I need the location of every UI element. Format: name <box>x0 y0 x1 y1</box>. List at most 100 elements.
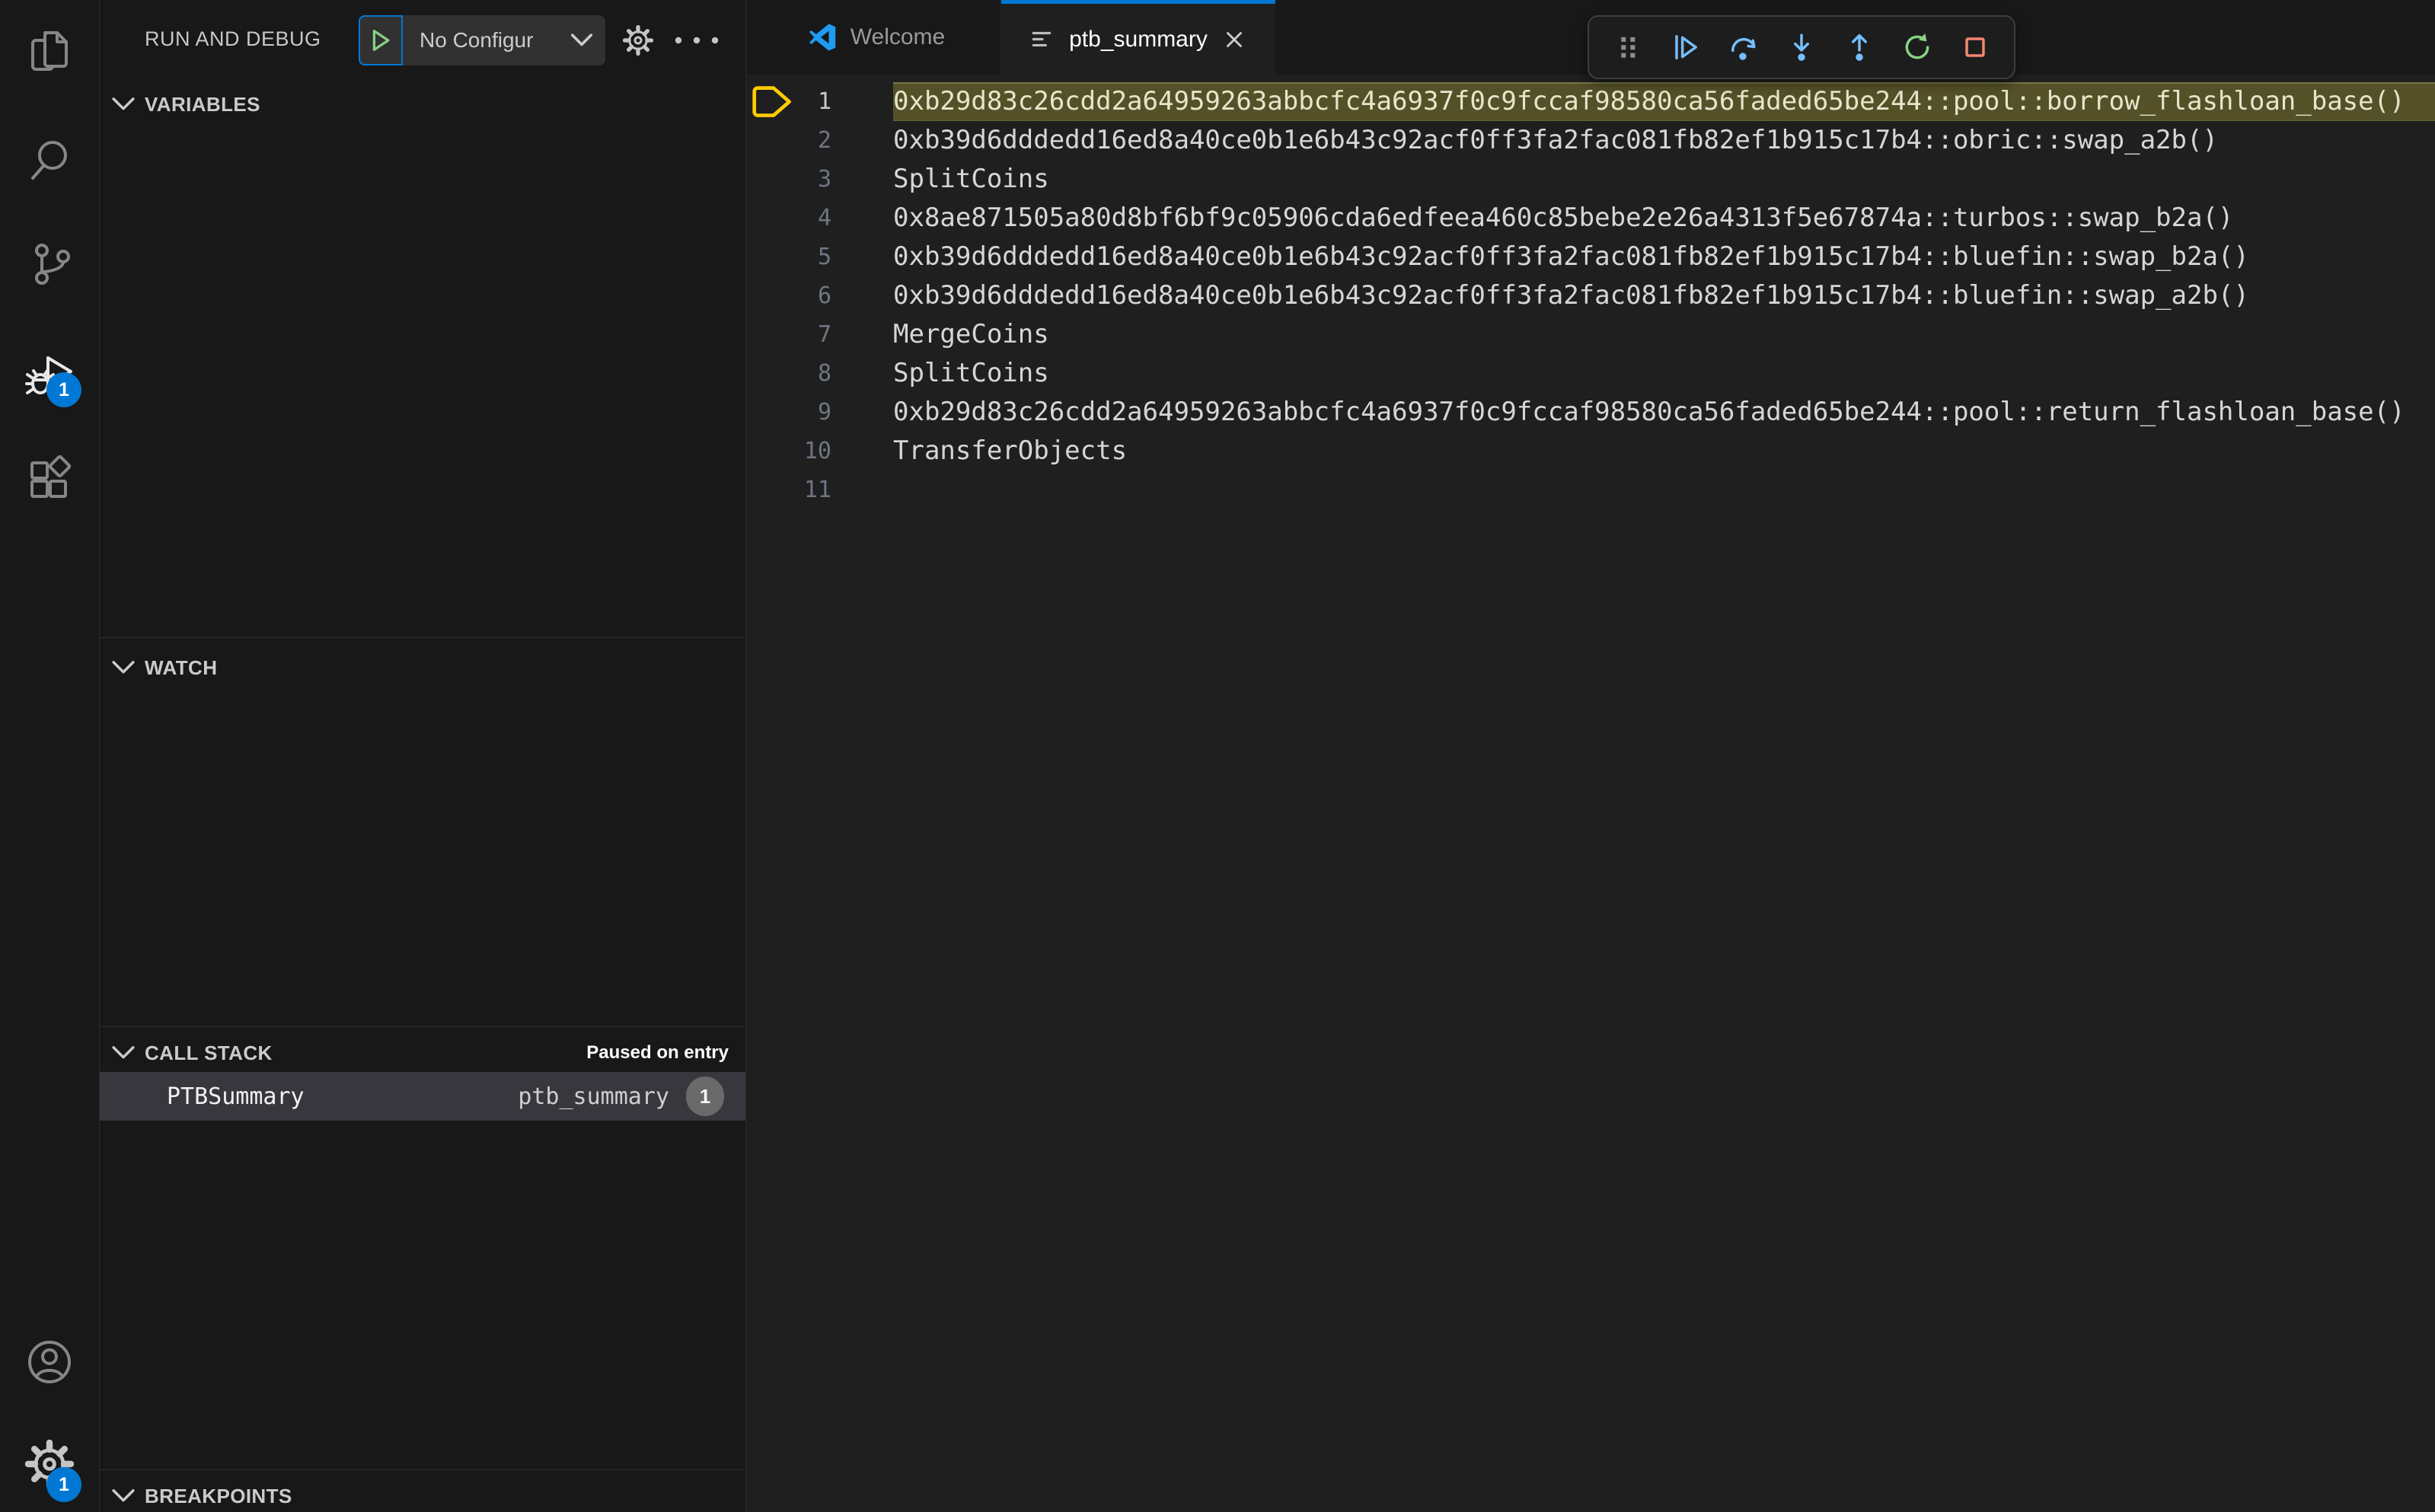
accounts-icon[interactable] <box>25 1338 74 1386</box>
watch-label: WATCH <box>145 656 218 679</box>
chevron-down-icon <box>110 97 136 112</box>
code-line[interactable]: 5 0xb39d6dddedd16ed8a40ce0b1e6b43c92acf0f… <box>746 238 2435 276</box>
code-line[interactable]: 11 <box>746 471 2435 509</box>
line-number: 2 <box>817 127 831 154</box>
gutter[interactable]: 2 <box>746 121 893 160</box>
vscode-logo-icon <box>808 22 838 53</box>
stop-icon[interactable] <box>1950 23 2000 72</box>
play-icon <box>372 30 390 51</box>
code-line[interactable]: 3 SplitCoins <box>746 160 2435 199</box>
gutter[interactable]: 11 <box>746 471 893 509</box>
call-stack-section-header[interactable]: CALL STACK Paused on entry <box>100 1032 745 1073</box>
search-icon[interactable] <box>25 136 74 184</box>
gutter[interactable]: 5 <box>746 238 893 276</box>
code-line[interactable]: 6 0xb39d6dddedd16ed8a40ce0b1e6b43c92acf0f… <box>746 276 2435 315</box>
gutter[interactable]: 3 <box>746 160 893 199</box>
section-divider <box>100 1469 745 1470</box>
section-divider <box>100 1026 745 1027</box>
run-and-debug-sidebar: RUN AND DEBUG No Configur VARIABLES WATC… <box>100 0 746 1512</box>
gutter[interactable]: 6 <box>746 276 893 315</box>
code-text[interactable]: 0xb39d6dddedd16ed8a40ce0b1e6b43c92acf0ff… <box>893 238 2435 276</box>
gutter[interactable]: 9 <box>746 393 893 432</box>
code-line[interactable]: 8 SplitCoins <box>746 354 2435 393</box>
toolbar-drag-handle-icon[interactable] <box>1603 23 1653 72</box>
extensions-icon[interactable] <box>25 452 74 501</box>
code-line[interactable]: 4 0x8ae871505a80d8bf6bf9c05906cda6edfeea4… <box>746 199 2435 238</box>
tab-welcome-label: Welcome <box>850 24 946 49</box>
line-number: 3 <box>817 166 831 193</box>
activity-bar: 1 1 <box>0 0 100 1512</box>
gutter[interactable]: 10 <box>746 432 893 471</box>
stack-frame-name: PTBSummary <box>167 1083 305 1110</box>
breakpoints-section-header[interactable]: BREAKPOINTS <box>100 1475 745 1512</box>
line-number: 5 <box>817 244 831 270</box>
code-lines[interactable]: 1 0xb29d83c26cdd2a64959263abbcfc4a6937f0c… <box>746 75 2435 1512</box>
code-line[interactable]: 7 MergeCoins <box>746 315 2435 354</box>
stack-frame-source: ptb_summary <box>518 1083 669 1110</box>
variables-section-header[interactable]: VARIABLES <box>100 84 745 125</box>
gutter[interactable]: 8 <box>746 354 893 393</box>
line-number: 9 <box>817 399 831 426</box>
step-over-icon[interactable] <box>1719 23 1769 72</box>
current-stackframe-arrow-icon <box>752 85 793 119</box>
gutter[interactable]: 1 <box>746 82 893 121</box>
chevron-down-icon <box>570 15 605 65</box>
vscode-window: 1 1 RUN AND DEBUG No Configur VARIABLES … <box>0 0 2435 1512</box>
section-divider <box>100 637 745 638</box>
code-line[interactable]: 2 0xb39d6dddedd16ed8a40ce0b1e6b43c92acf0f… <box>746 121 2435 160</box>
sidebar-title: RUN AND DEBUG <box>145 27 321 50</box>
code-line[interactable]: 10 TransferObjects <box>746 432 2435 471</box>
launch-config-label[interactable]: No Configur <box>403 15 570 65</box>
line-number: 7 <box>817 321 831 348</box>
sidebar-titlebar: RUN AND DEBUG No Configur <box>100 0 745 76</box>
debug-start-button[interactable] <box>359 15 403 65</box>
code-line[interactable]: 9 0xb29d83c26cdd2a64959263abbcfc4a6937f0c… <box>746 393 2435 432</box>
list-file-icon <box>1029 27 1055 53</box>
chevron-down-icon <box>110 1488 136 1504</box>
gutter[interactable]: 4 <box>746 199 893 238</box>
code-text[interactable]: 0xb29d83c26cdd2a64959263abbcfc4a6937f0c9… <box>893 393 2435 432</box>
watch-section-header[interactable]: WATCH <box>100 647 745 688</box>
code-text[interactable]: 0xb39d6dddedd16ed8a40ce0b1e6b43c92acf0ff… <box>893 121 2435 160</box>
debug-badge: 1 <box>46 372 81 407</box>
tab-ptb-summary-label: ptb_summary <box>1069 26 1208 52</box>
code-text[interactable]: MergeCoins <box>893 315 2435 354</box>
explorer-icon[interactable] <box>25 27 74 75</box>
tab-welcome[interactable]: Welcome <box>753 0 1001 75</box>
continue-icon[interactable] <box>1661 23 1711 72</box>
paused-status: Paused on entry <box>586 1042 729 1063</box>
variables-label: VARIABLES <box>145 92 260 116</box>
code-text[interactable]: 0x8ae871505a80d8bf6bf9c05906cda6edfeea46… <box>893 199 2435 238</box>
line-number: 1 <box>817 88 831 115</box>
code-text[interactable]: TransferObjects <box>893 432 2435 471</box>
chevron-down-icon <box>110 660 136 675</box>
code-text[interactable]: 0xb39d6dddedd16ed8a40ce0b1e6b43c92acf0ff… <box>893 276 2435 315</box>
settings-badge: 1 <box>46 1467 81 1502</box>
debug-settings-gear-icon[interactable] <box>623 25 653 56</box>
editor-group: Welcome ptb_summary 1 0xb29d83c26cdd2a649… <box>746 0 2435 1512</box>
code-text[interactable] <box>893 471 2435 509</box>
call-stack-frame-row[interactable]: PTBSummary ptb_summary 1 <box>100 1072 745 1121</box>
code-text[interactable]: 0xb29d83c26cdd2a64959263abbcfc4a6937f0c9… <box>893 82 2435 121</box>
step-out-icon[interactable] <box>1834 23 1884 72</box>
gutter[interactable]: 7 <box>746 315 893 354</box>
restart-icon[interactable] <box>1892 23 1942 72</box>
call-stack-label: CALL STACK <box>145 1041 273 1064</box>
code-line[interactable]: 1 0xb29d83c26cdd2a64959263abbcfc4a6937f0c… <box>746 82 2435 121</box>
source-control-icon[interactable] <box>25 240 74 289</box>
more-actions-icon[interactable] <box>672 28 721 53</box>
debug-toolbar <box>1588 15 2015 79</box>
launch-configuration-dropdown[interactable]: No Configur <box>359 15 605 65</box>
line-number: 6 <box>817 282 831 309</box>
step-into-icon[interactable] <box>1776 23 1827 72</box>
code-text[interactable]: SplitCoins <box>893 160 2435 199</box>
chevron-down-icon <box>110 1045 136 1061</box>
line-number: 11 <box>803 477 831 503</box>
code-text[interactable]: SplitCoins <box>893 354 2435 393</box>
line-number: 10 <box>803 438 831 464</box>
current-stackframe-arrow-icon <box>752 86 791 117</box>
tab-ptb-summary[interactable]: ptb_summary <box>1001 0 1275 75</box>
stack-frame-badge: 1 <box>686 1077 724 1116</box>
close-tab-icon[interactable] <box>1221 27 1247 53</box>
line-number: 8 <box>817 360 831 387</box>
